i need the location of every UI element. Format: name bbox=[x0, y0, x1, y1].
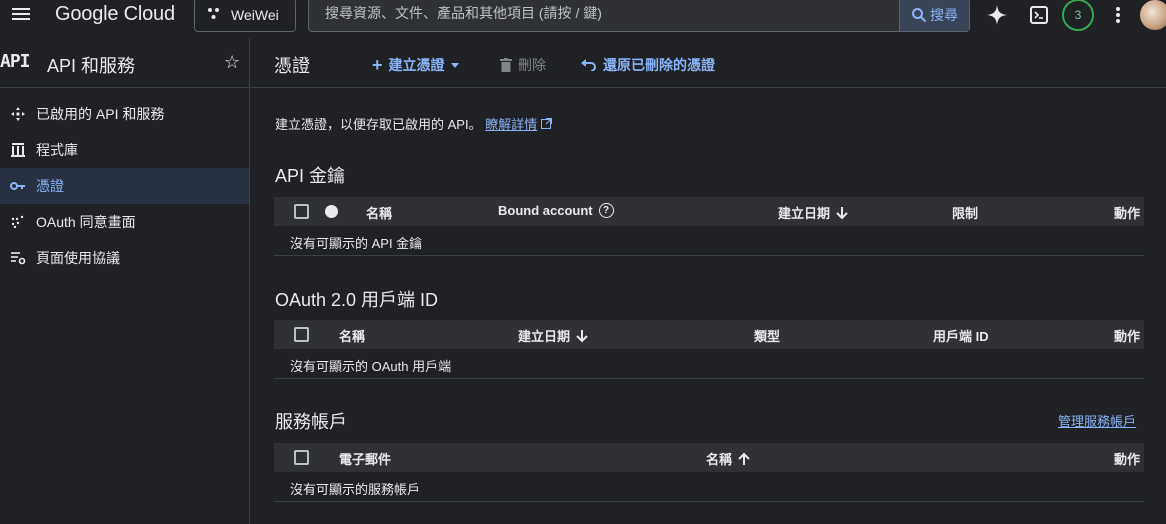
project-name: WeiWei bbox=[231, 7, 279, 23]
oauth-clients-title: OAuth 2.0 用戶端 ID bbox=[275, 290, 439, 310]
sidebar-item-library[interactable]: 程式庫 bbox=[0, 132, 249, 168]
api-keys-table: 名稱 Bound account ? 建立日期 限制 動作 沒有可顯示的 API… bbox=[274, 197, 1144, 256]
arrow-down-icon bbox=[576, 329, 588, 342]
undo-icon bbox=[581, 59, 596, 71]
empty-message: 沒有可顯示的 API 金鑰 bbox=[290, 236, 423, 251]
create-credentials-label: 建立憑證 bbox=[388, 57, 445, 73]
caret-down-icon bbox=[450, 62, 459, 68]
column-header-actions: 動作 bbox=[1114, 206, 1141, 221]
search-icon bbox=[912, 8, 927, 23]
column-header-created-date[interactable]: 建立日期 bbox=[778, 203, 848, 222]
sidebar-item-credentials[interactable]: 憑證 bbox=[0, 168, 249, 204]
search-button-label: 搜尋 bbox=[930, 7, 958, 23]
column-header-actions: 動作 bbox=[1114, 452, 1141, 467]
table-header-row: 名稱 建立日期 類型 用戶端 ID 動作 bbox=[274, 320, 1144, 349]
diamond-arrows-icon bbox=[0, 106, 36, 122]
avatar[interactable] bbox=[1140, 0, 1166, 30]
gemini-sparkle-icon[interactable] bbox=[985, 3, 1009, 27]
plus-icon: + bbox=[372, 55, 383, 75]
table-empty-row: 沒有可顯示的服務帳戶 bbox=[274, 472, 1144, 502]
sidebar-item-page-usage[interactable]: 頁面使用協議 bbox=[0, 240, 249, 276]
learn-more-link[interactable]: 瞭解詳情 bbox=[485, 117, 537, 132]
star-icon[interactable]: ☆ bbox=[224, 52, 240, 73]
dots-grid-icon bbox=[0, 215, 36, 229]
project-picker-button[interactable]: WeiWei bbox=[194, 0, 296, 32]
top-bar: Google Cloud WeiWei 搜尋 3 bbox=[0, 0, 1166, 32]
column-header-client-id[interactable]: 用戶端 ID bbox=[933, 326, 989, 345]
google-cloud-logo[interactable]: Google Cloud bbox=[55, 3, 175, 26]
project-icon bbox=[207, 7, 221, 24]
page-title: 憑證 bbox=[274, 56, 310, 76]
sidebar-item-oauth-consent[interactable]: OAuth 同意畫面 bbox=[0, 204, 249, 240]
delete-label: 刪除 bbox=[518, 57, 546, 73]
sidebar-header: API API 和服務 ☆ bbox=[0, 38, 249, 88]
sidebar: API API 和服務 ☆ 已啟用的 API 和服務 程式庫 憑證 OAuth … bbox=[0, 38, 250, 524]
oauth-clients-table: 名稱 建立日期 類型 用戶端 ID 動作 沒有可顯示的 OAuth 用戶端 bbox=[274, 320, 1144, 379]
sidebar-item-label: OAuth 同意畫面 bbox=[36, 214, 136, 230]
search-box: 搜尋 bbox=[308, 0, 970, 32]
sidebar-item-label: 憑證 bbox=[36, 178, 64, 194]
sidebar-item-label: 已啟用的 API 和服務 bbox=[36, 106, 165, 122]
arrow-down-icon bbox=[836, 206, 848, 219]
search-input[interactable] bbox=[325, 5, 885, 21]
column-header-email[interactable]: 電子郵件 bbox=[339, 449, 391, 468]
column-header-type[interactable]: 類型 bbox=[754, 326, 780, 345]
sidebar-item-label: 程式庫 bbox=[36, 142, 78, 158]
select-all-checkbox[interactable] bbox=[294, 450, 309, 465]
table-empty-row: 沒有可顯示的 OAuth 用戶端 bbox=[274, 349, 1144, 379]
empty-message: 沒有可顯示的服務帳戶 bbox=[290, 482, 421, 497]
table-empty-row: 沒有可顯示的 API 金鑰 bbox=[274, 226, 1144, 256]
intro-description: 建立憑證，以便存取已啟用的 API。 bbox=[275, 117, 482, 132]
library-icon bbox=[0, 143, 36, 157]
column-header-bound-account[interactable]: Bound account ? bbox=[498, 203, 614, 218]
restore-deleted-credentials-button[interactable]: 還原已刪除的憑證 bbox=[581, 55, 715, 75]
sidebar-item-enabled-apis[interactable]: 已啟用的 API 和服務 bbox=[0, 96, 249, 132]
column-header-restrictions[interactable]: 限制 bbox=[952, 203, 978, 222]
arrow-up-icon bbox=[738, 452, 750, 465]
api-keys-title: API 金鑰 bbox=[275, 166, 346, 186]
page-header: 憑證 + 建立憑證 刪除 還原已刪除的憑證 bbox=[251, 38, 1166, 88]
column-header-name[interactable]: 名稱 bbox=[339, 326, 365, 345]
empty-message: 沒有可顯示的 OAuth 用戶端 bbox=[290, 359, 452, 374]
search-button[interactable]: 搜尋 bbox=[899, 0, 969, 31]
table-header-row: 名稱 Bound account ? 建立日期 限制 動作 bbox=[274, 197, 1144, 226]
external-link-icon bbox=[540, 118, 552, 129]
select-all-checkbox[interactable] bbox=[294, 204, 309, 219]
column-header-actions: 動作 bbox=[1114, 329, 1141, 344]
create-credentials-button[interactable]: + 建立憑證 bbox=[372, 55, 459, 75]
cloud-shell-terminal-icon[interactable] bbox=[1027, 3, 1051, 27]
status-dot-icon bbox=[325, 205, 338, 218]
sidebar-item-label: 頁面使用協議 bbox=[36, 250, 120, 266]
more-vert-icon[interactable] bbox=[1106, 3, 1130, 27]
trash-icon bbox=[500, 58, 512, 72]
settings-list-icon bbox=[0, 251, 36, 265]
column-header-name[interactable]: 名稱 bbox=[706, 449, 750, 468]
service-accounts-table: 電子郵件 名稱 動作 沒有可顯示的服務帳戶 bbox=[274, 443, 1144, 502]
api-logo: API bbox=[0, 51, 30, 72]
notification-badge[interactable]: 3 bbox=[1062, 0, 1094, 31]
service-accounts-title: 服務帳戶 bbox=[275, 412, 347, 432]
column-header-name[interactable]: 名稱 bbox=[366, 203, 392, 222]
intro-text: 建立憑證，以便存取已啟用的 API。 瞭解詳情 bbox=[275, 114, 552, 133]
help-icon[interactable]: ? bbox=[598, 203, 614, 218]
column-header-created-date[interactable]: 建立日期 bbox=[518, 326, 588, 345]
restore-label: 還原已刪除的憑證 bbox=[603, 57, 715, 73]
manage-service-accounts-link[interactable]: 管理服務帳戶 bbox=[1058, 411, 1136, 430]
table-header-row: 電子郵件 名稱 動作 bbox=[274, 443, 1144, 472]
key-icon bbox=[0, 181, 36, 191]
select-all-checkbox[interactable] bbox=[294, 327, 309, 342]
delete-button[interactable]: 刪除 bbox=[500, 55, 546, 75]
sidebar-title: API 和服務 bbox=[47, 56, 136, 76]
menu-icon[interactable] bbox=[10, 5, 32, 25]
